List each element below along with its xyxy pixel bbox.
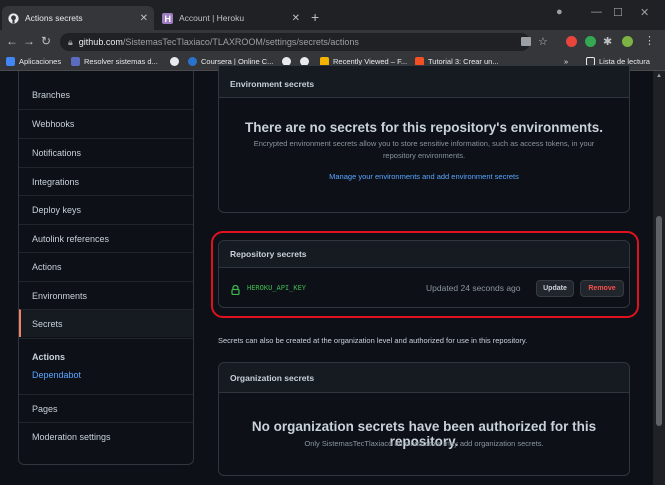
minimize-icon[interactable]: — xyxy=(591,6,602,18)
svg-text:H: H xyxy=(165,14,172,24)
browser-tab-strip: Actions secrets ✕ H Account | Heroku ✕ +… xyxy=(0,0,665,30)
coursera-icon xyxy=(188,57,197,66)
profile-dot-icon[interactable]: ● xyxy=(556,6,563,18)
tab-heroku[interactable]: H Account | Heroku ✕ xyxy=(156,6,306,30)
secrets-submenu: Actions Dependabot xyxy=(19,338,193,392)
tab-title: Actions secrets xyxy=(25,13,83,23)
environment-secrets-box: Environment secrets There are no secrets… xyxy=(218,65,630,213)
bookmark-star-icon[interactable]: ☆ xyxy=(538,35,548,48)
sidebar-item-webhooks[interactable]: Webhooks xyxy=(19,109,193,137)
lock-icon: 🔒︎ xyxy=(68,36,73,47)
sidebar-item-branches[interactable]: Branches xyxy=(19,81,193,109)
url-bar[interactable]: 🔒︎ github.com /SistemasTecTlaxiaco/TLAXR… xyxy=(60,33,530,51)
sidebar-item-deploy-keys[interactable]: Deploy keys xyxy=(19,195,193,223)
translate-icon[interactable] xyxy=(521,37,531,46)
sidebar-subitem-actions[interactable]: Actions xyxy=(32,352,65,362)
sidebar-item-secrets[interactable]: Secrets xyxy=(19,309,193,337)
github-icon xyxy=(170,57,179,66)
sidebar-item-notifications[interactable]: Notifications xyxy=(19,138,193,166)
extensions-puzzle-icon[interactable]: ✱ xyxy=(603,35,612,48)
extension-green-icon[interactable] xyxy=(585,36,596,47)
red-highlight-annotation xyxy=(211,231,639,318)
organization-secrets-box: Organization secrets No organization sec… xyxy=(218,362,630,476)
sidebar-item-autolink-references[interactable]: Autolink references xyxy=(19,224,193,252)
reload-icon[interactable]: ↻ xyxy=(41,34,51,48)
bookmark-label: Aplicaciones xyxy=(19,57,62,66)
sidebar-subitem-dependabot[interactable]: Dependabot xyxy=(32,370,81,380)
page-scrollbar[interactable]: ▲ xyxy=(653,71,665,485)
organization-secrets-note: Secrets can also be created at the organ… xyxy=(218,336,528,345)
heroku-icon: H xyxy=(162,12,173,24)
environment-secrets-description: Encrypted environment secrets allow you … xyxy=(253,139,595,160)
url-host: github.com xyxy=(78,37,123,47)
scrollbar-thumb[interactable] xyxy=(656,216,662,426)
environment-secrets-blankslate-title: There are no secrets for this repository… xyxy=(244,120,604,135)
address-bar-row: ← → ↻ 🔒︎ github.com /SistemasTecTlaxiaco… xyxy=(0,30,665,54)
browser-menu-icon[interactable]: ⋮ xyxy=(644,34,655,47)
sidebar-item-actions[interactable]: Actions xyxy=(19,252,193,280)
back-icon[interactable]: ← xyxy=(6,34,18,48)
manage-environments-link[interactable]: Manage your environments and add environ… xyxy=(219,172,629,181)
environment-secrets-header: Environment secrets xyxy=(219,66,629,98)
bookmark-resolver[interactable]: Resolver sistemas d... xyxy=(71,57,158,66)
page-content: Branches Webhooks Notifications Integrat… xyxy=(0,65,653,485)
sidebar-item-pages[interactable]: Pages xyxy=(19,394,193,422)
organization-secrets-description: Only SistemasTecTlaxiaco administrators … xyxy=(304,439,544,448)
bookmark-icon xyxy=(71,57,80,66)
scroll-up-icon[interactable]: ▲ xyxy=(656,73,662,79)
bookmark-apps[interactable]: Aplicaciones xyxy=(6,57,61,66)
close-window-icon[interactable]: ✕ xyxy=(640,6,649,19)
forward-icon[interactable]: → xyxy=(23,34,35,48)
settings-sidebar: Branches Webhooks Notifications Integrat… xyxy=(18,71,194,465)
tab-title: Account | Heroku xyxy=(179,13,245,23)
bookmark-github[interactable] xyxy=(170,57,183,66)
apps-grid-icon xyxy=(6,57,15,66)
new-tab-button[interactable]: + xyxy=(311,9,319,25)
sidebar-item-environments[interactable]: Environments xyxy=(19,281,193,309)
sidebar-item-integrations[interactable]: Integrations xyxy=(19,167,193,195)
profile-avatar[interactable] xyxy=(622,36,633,47)
sidebar-item-moderation-settings[interactable]: Moderation settings xyxy=(19,422,193,450)
github-icon xyxy=(8,12,19,24)
organization-secrets-header: Organization secrets xyxy=(219,363,629,393)
extension-shield-icon[interactable] xyxy=(566,36,577,47)
url-path: /SistemasTecTlaxiaco/TLAXROOM/settings/s… xyxy=(122,37,359,47)
close-tab-icon[interactable]: ✕ xyxy=(140,13,148,24)
close-tab-icon[interactable]: ✕ xyxy=(292,13,300,24)
bookmark-label: Resolver sistemas d... xyxy=(84,57,158,66)
tab-actions-secrets[interactable]: Actions secrets ✕ xyxy=(2,6,154,30)
maximize-icon[interactable]: ☐ xyxy=(613,6,623,19)
